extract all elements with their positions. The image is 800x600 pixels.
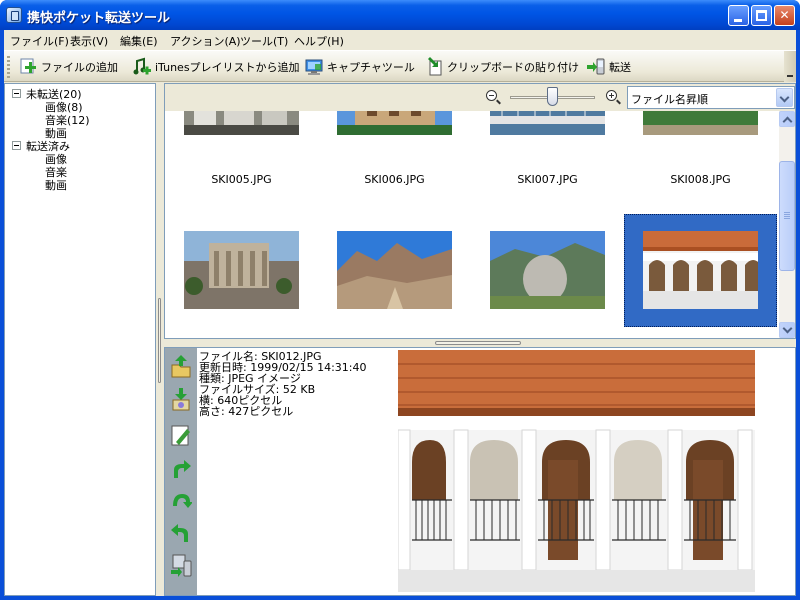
close-button[interactable]: ✕ <box>774 5 795 26</box>
horizontal-splitter-grip[interactable] <box>435 341 521 345</box>
side-toolbar <box>165 348 197 595</box>
device-transfer-icon[interactable] <box>170 553 192 579</box>
window-title: 携快ポケット転送ツール <box>27 11 171 26</box>
tree-collapse-untransferred[interactable] <box>12 89 21 98</box>
height-line: 高さ: 427ピクセル <box>199 405 294 418</box>
vertical-splitter[interactable] <box>156 83 164 596</box>
thumbnail-scrollbar[interactable] <box>779 111 795 338</box>
toolbar-overflow-button[interactable] <box>784 51 796 82</box>
title-bar[interactable]: 携快ポケット転送ツール ✕ <box>0 0 800 30</box>
thumbnail-image <box>184 111 299 135</box>
thumbnail-image <box>643 111 758 135</box>
transfer-label: 転送 <box>609 61 631 74</box>
transfer-icon <box>586 57 606 77</box>
scroll-up-button[interactable] <box>779 111 795 127</box>
sort-order-value: ファイル名昇順 <box>631 93 708 106</box>
thumbnail-label: SKI005.JPG <box>211 173 272 186</box>
menu-tools[interactable]: ツール(T) <box>240 33 288 49</box>
thumbnail-image <box>643 231 758 309</box>
menu-action[interactable]: アクション(A) <box>170 33 241 49</box>
thumbnail-label: SKI008.JPG <box>670 173 731 186</box>
thumbnail-ski005[interactable]: SKI005.JPG <box>165 111 318 193</box>
thumbnail-image <box>490 111 605 135</box>
scroll-down-button[interactable] <box>779 322 795 338</box>
menu-bar: ファイル(F) 表示(V) 編集(E) アクション(A) ツール(T) ヘルプ(… <box>4 30 796 50</box>
tree-collapse-transferred[interactable] <box>12 141 21 150</box>
toolbar: ファイルの追加 iTunesプレイリストから追加 キャプチャツール クリップボー… <box>4 50 796 82</box>
upload-folder-icon[interactable] <box>170 353 192 379</box>
flip-icon[interactable] <box>170 488 193 514</box>
rotate-right-icon[interactable] <box>170 456 192 482</box>
thumbnail-label: SKI006.JPG <box>364 173 425 186</box>
thumbnail-panel: ファイル名昇順 SKI005.JPG SKI006.JPG SKI007.JPG… <box>164 83 796 339</box>
add-music-icon <box>132 57 152 77</box>
zoom-in-icon[interactable] <box>606 90 620 104</box>
add-file-label: ファイルの追加 <box>41 61 118 74</box>
rotate-left-icon[interactable] <box>170 520 192 546</box>
thumbnail-label: SKI007.JPG <box>517 173 578 186</box>
tree-node-transferred-video[interactable]: 動画 <box>45 177 67 193</box>
image-preview <box>398 350 755 592</box>
zoom-bar: ファイル名昇順 <box>165 84 795 111</box>
add-itunes-label: iTunesプレイリストから追加 <box>155 61 300 74</box>
menu-view[interactable]: 表示(V) <box>70 33 108 49</box>
thumbnail-ski008[interactable]: SKI008.JPG <box>624 111 777 193</box>
vertical-splitter-grip[interactable] <box>158 298 161 383</box>
scroll-thumb[interactable] <box>779 161 795 271</box>
zoom-slider-thumb[interactable] <box>547 87 558 106</box>
thumbnail-image <box>337 111 452 135</box>
zoom-out-icon[interactable] <box>486 90 500 104</box>
thumbnail-ski007[interactable]: SKI007.JPG <box>471 111 624 193</box>
edit-icon[interactable] <box>170 422 192 448</box>
thumbnail-ruins[interactable] <box>165 214 318 327</box>
add-itunes-button[interactable]: iTunesプレイリストから追加 <box>132 54 300 80</box>
client-area: ファイル(F) 表示(V) 編集(E) アクション(A) ツール(T) ヘルプ(… <box>4 30 796 596</box>
capture-tool-button[interactable]: キャプチャツール <box>304 54 415 80</box>
capture-tool-label: キャプチャツール <box>327 61 415 74</box>
maximize-button[interactable] <box>751 5 772 26</box>
thumbnail-rocky-mountain[interactable] <box>318 214 471 327</box>
paste-clipboard-label: クリップボードの貼り付け <box>447 61 579 74</box>
menu-file[interactable]: ファイル(F) <box>10 33 69 49</box>
sort-order-select[interactable]: ファイル名昇順 <box>627 86 795 109</box>
detail-panel: ファイル名: SKI012.JPG 更新日時: 1999/02/15 14:31… <box>164 347 796 596</box>
app-window: 携快ポケット転送ツール ✕ ファイル(F) 表示(V) 編集(E) アクション(… <box>0 0 800 600</box>
menu-edit[interactable]: 編集(E) <box>120 33 158 49</box>
minimize-button[interactable] <box>728 5 749 26</box>
add-file-button[interactable]: ファイルの追加 <box>18 54 118 80</box>
toolbar-grip[interactable] <box>7 56 10 78</box>
download-folder-icon[interactable] <box>170 386 192 412</box>
paste-icon <box>424 57 444 77</box>
thumbnail-image <box>490 231 605 309</box>
thumbnail-ski006[interactable]: SKI006.JPG <box>318 111 471 193</box>
thumbnail-arcade-selected[interactable] <box>624 214 777 327</box>
menu-help[interactable]: ヘルプ(H) <box>294 33 344 49</box>
thumbnail-image <box>184 231 299 309</box>
capture-icon <box>304 57 324 77</box>
transfer-button[interactable]: 転送 <box>586 54 631 80</box>
paste-clipboard-button[interactable]: クリップボードの貼り付け <box>424 54 579 80</box>
thumbnail-boulder[interactable] <box>471 214 624 327</box>
app-icon <box>6 7 22 23</box>
add-file-icon <box>18 57 38 77</box>
chevron-down-icon[interactable] <box>776 88 793 107</box>
file-info: ファイル名: SKI012.JPG 更新日時: 1999/02/15 14:31… <box>199 351 367 417</box>
folder-tree: 未転送(20) 画像(8) 音楽(12) 動画 転送済み 画像 音楽 動画 <box>4 83 156 596</box>
thumbnail-grid: SKI005.JPG SKI006.JPG SKI007.JPG SKI008.… <box>165 111 779 338</box>
horizontal-splitter[interactable] <box>164 339 796 347</box>
thumbnail-image <box>337 231 452 309</box>
